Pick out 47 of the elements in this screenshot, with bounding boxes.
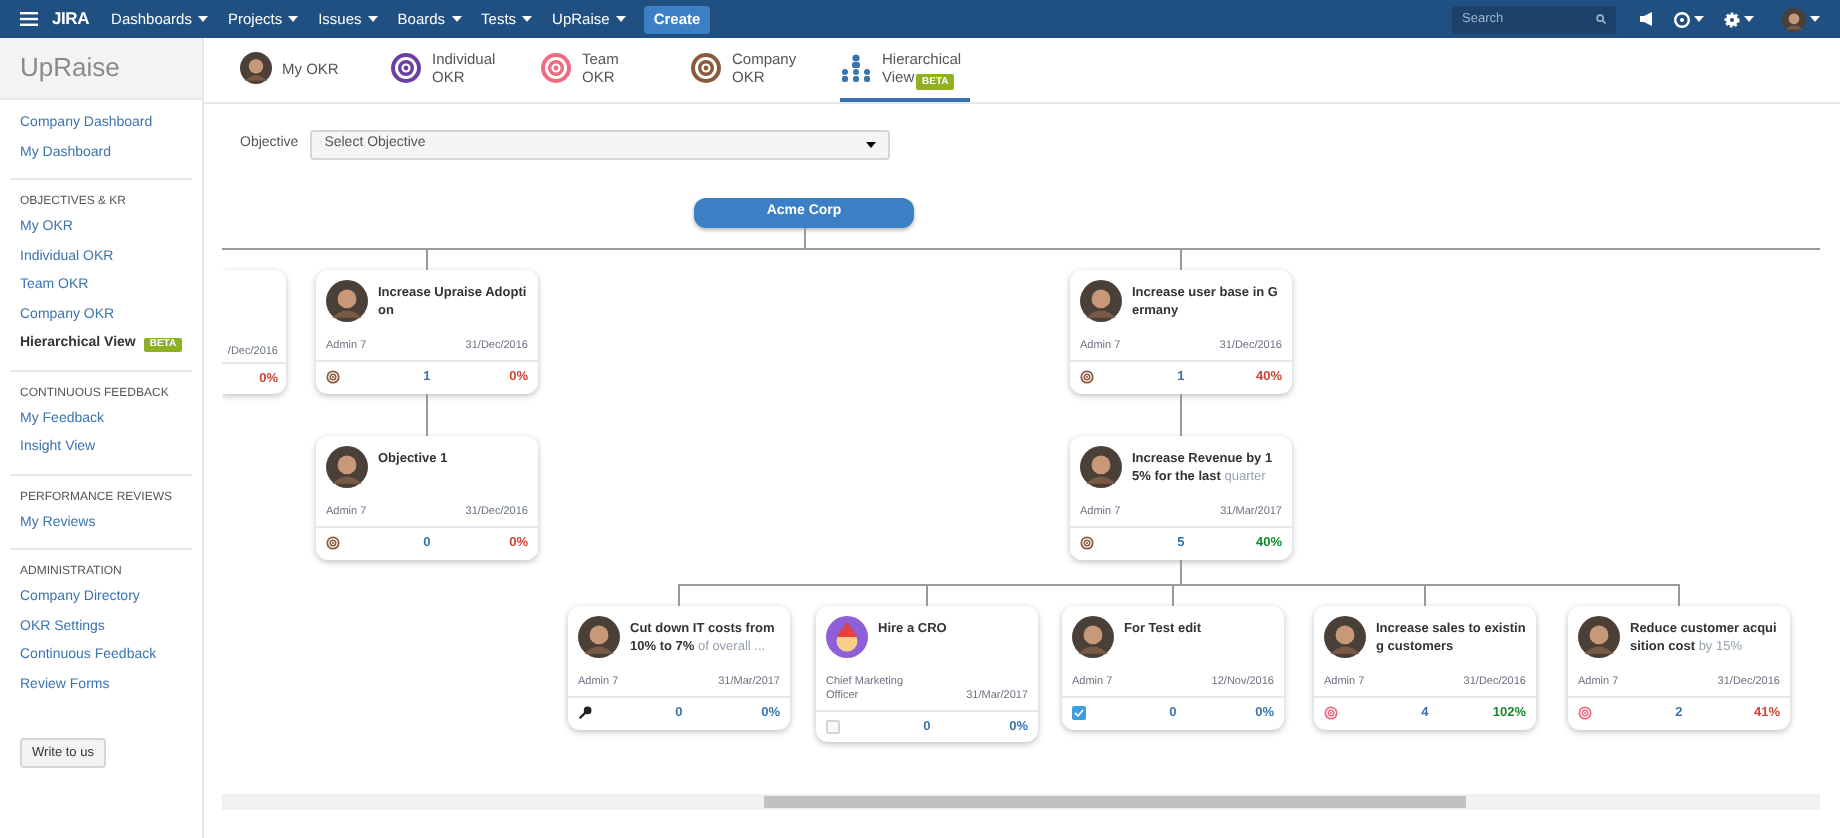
caret-icon bbox=[1694, 16, 1704, 22]
target-icon bbox=[1080, 536, 1094, 550]
avatar-icon bbox=[240, 52, 272, 84]
target-icon bbox=[1578, 706, 1592, 720]
avatar-icon bbox=[1080, 280, 1122, 322]
check-icon bbox=[1074, 708, 1084, 718]
settings-menu[interactable] bbox=[1724, 11, 1754, 27]
caret-icon bbox=[288, 16, 299, 22]
caret-icon bbox=[1744, 16, 1754, 22]
caret-icon bbox=[522, 16, 533, 22]
avatar-icon bbox=[326, 280, 368, 322]
target-icon bbox=[540, 52, 572, 84]
menu-icon[interactable] bbox=[20, 12, 38, 26]
target-icon bbox=[1080, 370, 1094, 384]
hierarchy-icon bbox=[840, 52, 872, 84]
avatar-icon bbox=[326, 446, 368, 488]
megaphone-icon[interactable] bbox=[1640, 12, 1656, 26]
target-icon bbox=[326, 536, 340, 550]
user-menu[interactable] bbox=[1782, 7, 1820, 31]
caret-icon bbox=[1810, 16, 1820, 22]
caret-icon bbox=[367, 16, 378, 22]
jira-logo[interactable]: JIRA bbox=[52, 6, 90, 32]
avatar-icon bbox=[826, 616, 868, 658]
settings-icon bbox=[1724, 11, 1740, 27]
avatar-icon bbox=[578, 616, 620, 658]
caret-icon bbox=[866, 141, 877, 147]
connector-line bbox=[1180, 394, 1182, 436]
search-icon bbox=[1596, 14, 1606, 24]
connector-line bbox=[426, 394, 428, 436]
caret-icon bbox=[615, 16, 626, 22]
horizontal-scrollbar[interactable] bbox=[222, 794, 1820, 810]
avatar-icon bbox=[1578, 616, 1620, 658]
avatar-icon bbox=[1782, 7, 1806, 31]
caret-icon bbox=[451, 16, 462, 22]
avatar-icon bbox=[1072, 616, 1114, 658]
key-icon bbox=[578, 706, 592, 720]
avatar-icon bbox=[1324, 616, 1366, 658]
target-icon bbox=[390, 52, 422, 84]
target-icon bbox=[326, 370, 340, 384]
avatar-icon bbox=[1080, 446, 1122, 488]
help-menu[interactable] bbox=[1674, 11, 1704, 27]
target-icon bbox=[1324, 706, 1338, 720]
checkbox[interactable] bbox=[826, 720, 840, 734]
target-icon bbox=[690, 52, 722, 84]
caret-icon bbox=[197, 16, 208, 22]
help-icon bbox=[1674, 11, 1690, 27]
app-title: UpRaise bbox=[20, 50, 120, 87]
